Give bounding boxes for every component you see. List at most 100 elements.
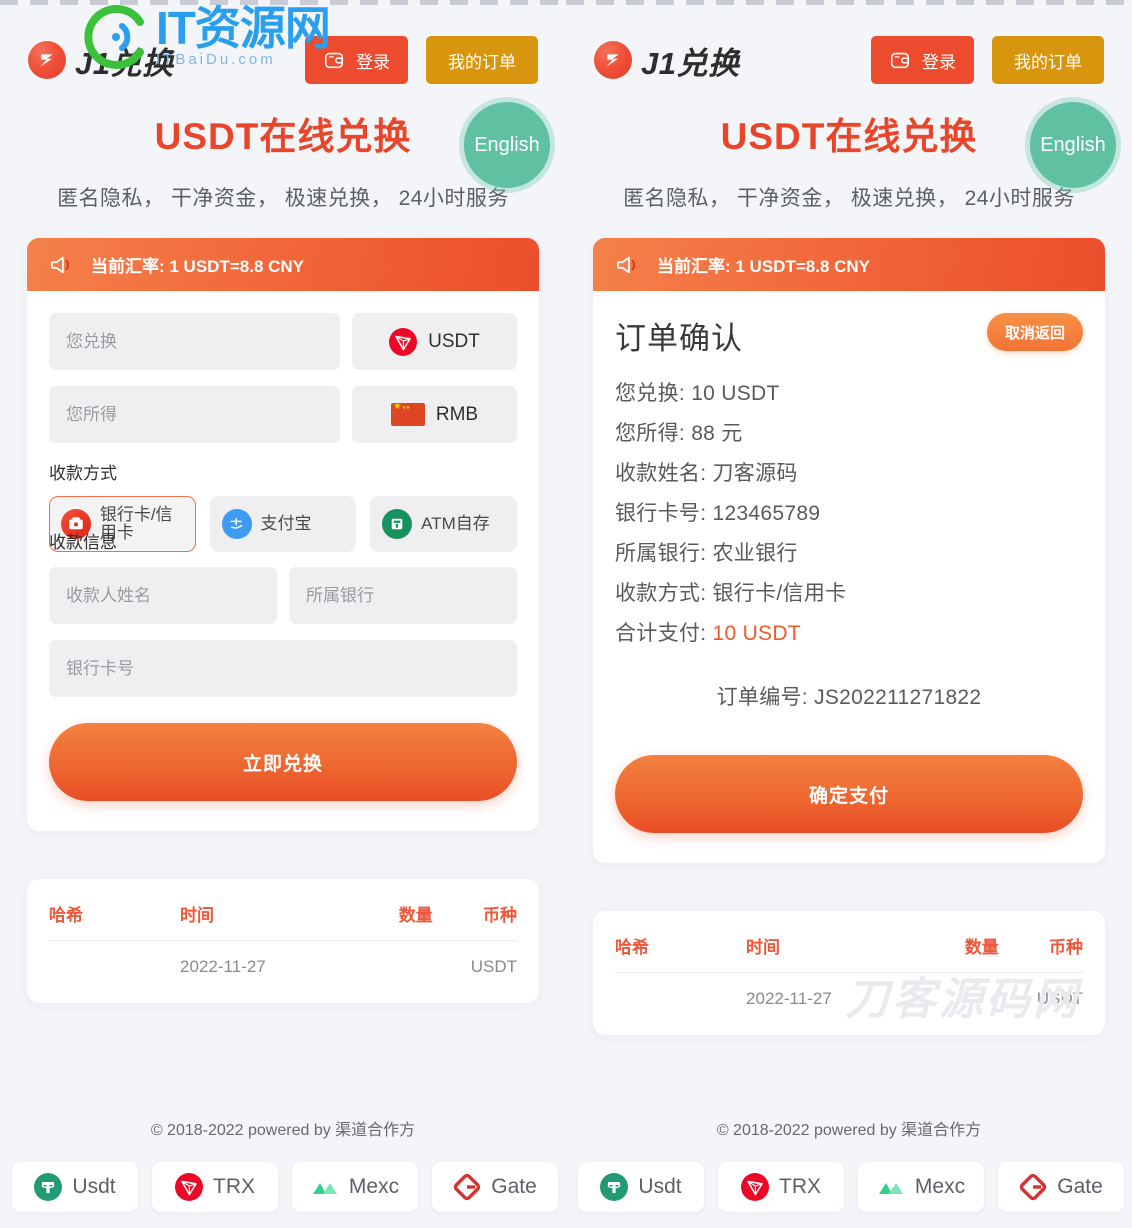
gate-icon [454,1173,481,1201]
footer-right: © 2018-2022 powered by 渠道合作方 Usdt TRX Me… [566,1116,1132,1228]
my-orders-button-right[interactable]: 我的订单 [992,36,1104,84]
order-line-receive: 您所得: 88 元 [615,422,743,446]
login-button-right[interactable]: 登录 [871,36,974,84]
partner-mexc[interactable]: Mexc [292,1162,418,1212]
rate-banner-right: 当前汇率: 1 USDT=8.8 CNY [593,238,1105,292]
submit-exchange-button[interactable]: 立即兑换 [49,723,517,802]
col-time: 时间 [180,901,340,942]
partner-gate-label-right: Gate [1057,1175,1103,1198]
partner-gate[interactable]: Gate [432,1162,558,1212]
partner-trx-label: TRX [213,1175,255,1198]
payment-method-label: 收款方式 [49,464,117,484]
pay-currency-select[interactable]: USDT [352,313,517,371]
mexc-icon [878,1183,903,1194]
table-row: 2022-11-27 USDT [615,973,1083,1010]
transaction-table: 哈希 时间 数量 币种 2022-11-27 USDT [49,901,517,977]
order-number-label: 订单编号: [716,686,808,710]
receive-currency-select[interactable]: RMB [352,386,517,444]
footer-left: © 2018-2022 powered by 渠道合作方 Usdt TRX Me… [0,1116,566,1228]
partner-trx-right[interactable]: TRX [718,1162,844,1212]
wallet-icon [890,52,910,69]
col-hash: 哈希 [615,933,747,974]
col-time: 时间 [746,933,906,974]
receive-info-label: 收款信息 [49,533,117,553]
dashed-divider-top [0,0,566,5]
usdt-icon [34,1173,63,1201]
order-total-value: 10 USDT [712,621,801,645]
order-confirm-card: 当前汇率: 1 USDT=8.8 CNY 订单确认 取消返回 您兑换: 10 U… [593,238,1105,864]
cancel-return-button[interactable]: 取消返回 [986,313,1083,352]
payee-name-input[interactable] [49,567,277,625]
payee-row [49,567,517,625]
cell-coin: USDT [470,957,517,977]
cell-time: 2022-11-27 [180,957,266,977]
dashed-divider-top-right [566,0,1132,5]
login-label: 登录 [356,52,390,72]
j1-logo-icon [594,41,632,79]
confirm-payment-button[interactable]: 确定支付 [615,755,1083,834]
panel-exchange-form: J1兑换 登录 我的订单 USDT在线兑换 匿名隐私， 干净资金， 极速兑换， … [0,0,566,1228]
login-button[interactable]: 登录 [305,36,408,84]
rate-banner: 当前汇率: 1 USDT=8.8 CNY [27,238,539,292]
partner-mexc-label-right: Mexc [914,1175,966,1198]
pay-currency-label: USDT [428,330,480,352]
my-orders-button[interactable]: 我的订单 [426,36,538,84]
partner-gate-right[interactable]: Gate [998,1162,1124,1212]
order-confirm-body: 订单确认 取消返回 您兑换: 10 USDT 您所得: 88 元 收款姓名: 刀… [593,291,1105,863]
mexc-icon [312,1183,337,1194]
brand-name-right: J1兑换 [641,45,740,81]
receive-amount-input[interactable] [49,386,340,444]
card-number-input[interactable] [49,640,517,698]
transaction-table-right: 哈希 时间 数量 币种 2022-11-27 USDT [615,933,1083,1009]
order-number-value: JS202211271822 [814,686,982,710]
partner-usdt-right[interactable]: Usdt [578,1162,704,1212]
partner-usdt-label: Usdt [72,1175,116,1198]
order-detail-list: 您兑换: 10 USDT 您所得: 88 元 收款姓名: 刀客源码 银行卡号: … [615,374,1083,653]
col-amount: 数量 [905,933,999,974]
partner-list: Usdt TRX Mexc Gate [0,1162,566,1228]
brand-logo[interactable]: J1兑换 [28,38,173,83]
table-header-row: 哈希 时间 数量 币种 [49,901,517,942]
usdt-icon [600,1173,629,1201]
card-number-row [49,640,517,698]
partner-mexc-right[interactable]: Mexc [858,1162,984,1212]
site-header: J1兑换 登录 我的订单 [0,0,566,96]
order-line-pay: 您兑换: 10 USDT [615,382,780,406]
partner-trx-label-right: TRX [779,1175,821,1198]
dual-panel-stage: J1兑换 登录 我的订单 USDT在线兑换 匿名隐私， 干净资金， 极速兑换， … [0,0,1132,1228]
rate-text-right: 当前汇率: 1 USDT=8.8 CNY [657,257,871,277]
brand-logo-right[interactable]: J1兑换 [594,38,739,83]
table-row: 2022-11-27 USDT [49,941,517,978]
brand-name: J1兑换 [75,45,174,81]
receive-currency-label: RMB [435,403,479,425]
partner-usdt[interactable]: Usdt [12,1162,138,1212]
transaction-table-card-right: 哈希 时间 数量 币种 2022-11-27 USDT 刀客源码网 [593,911,1105,1036]
page-subtitle-right: 匿名隐私， 干净资金， 极速兑换， 24小时服务 [623,187,1075,211]
english-toggle-badge-right[interactable]: English [1030,102,1116,188]
copyright-text: © 2018-2022 powered by 渠道合作方 [150,1122,416,1139]
login-label-right: 登录 [922,52,956,72]
order-number-row: 订单编号: JS202211271822 [615,681,1083,711]
col-coin: 币种 [998,933,1083,974]
order-line-total: 合计支付: 10 USDT [615,621,801,645]
partner-usdt-label-right: Usdt [638,1175,682,1198]
partner-mexc-label: Mexc [348,1175,400,1198]
pay-amount-input[interactable] [49,313,340,371]
tron-icon [389,327,418,356]
cell-time: 2022-11-27 [746,989,832,1009]
copyright-text-right: © 2018-2022 powered by 渠道合作方 [716,1122,982,1139]
partner-gate-label: Gate [491,1175,537,1198]
cell-hash [615,973,746,1010]
partner-trx[interactable]: TRX [152,1162,278,1212]
wallet-icon [324,52,344,69]
partner-list-right: Usdt TRX Mexc Gate [566,1162,1132,1228]
bank-name-input[interactable] [289,567,517,625]
exchange-card-body: USDT RMB 收款方式 银行卡/信用 [27,291,539,831]
cell-hash [49,941,180,978]
order-line-payee-name: 收款姓名: 刀客源码 [615,462,798,486]
english-toggle-badge[interactable]: English [464,102,550,188]
megaphone-icon [617,256,635,273]
order-confirm-header: 订单确认 取消返回 [615,313,1083,358]
site-header-right: J1兑换 登录 我的订单 [566,0,1132,96]
order-confirm-title: 订单确认 [615,321,743,357]
